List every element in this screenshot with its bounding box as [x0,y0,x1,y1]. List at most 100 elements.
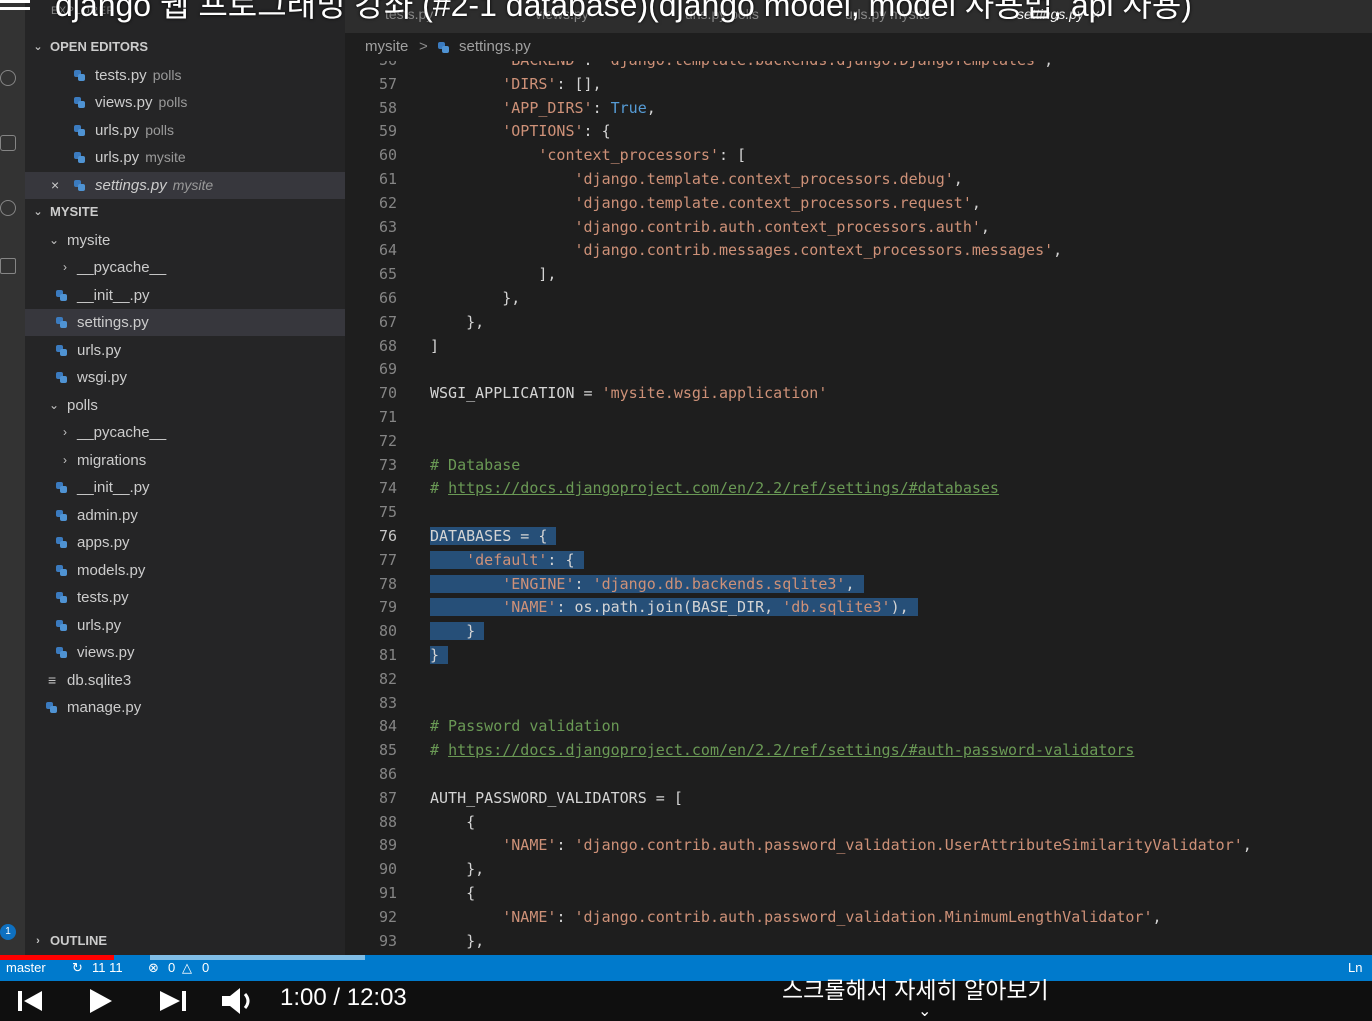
chevron-right-icon: › [63,260,67,274]
file-item[interactable]: tests.py [25,584,345,611]
close-icon[interactable]: × [51,172,59,199]
open-editor-item[interactable]: urls.py mysite [25,144,345,171]
folder-item[interactable]: › __pycache__ [25,254,345,281]
code-line[interactable]: } [430,622,485,641]
open-editor-item[interactable]: tests.py polls [25,62,345,89]
line-number: 66 [378,289,397,307]
folder-item[interactable]: › migrations [25,447,345,474]
file-item-selected[interactable]: settings.py [25,309,345,336]
code-line[interactable]: 'DIRS': [], [430,75,601,93]
code-line[interactable]: { [430,813,475,831]
file-item[interactable]: urls.py [25,337,345,364]
open-editor-item[interactable]: views.py polls [25,89,345,116]
line-number: 56 [345,61,397,69]
extensions-icon[interactable] [0,258,16,274]
code-line[interactable]: 'default': { [430,550,584,569]
folder-item[interactable]: › __pycache__ [25,419,345,446]
code-line[interactable]: }, [430,289,520,307]
file-item[interactable]: __init__.py [25,282,345,309]
code-line[interactable]: # https://docs.djangoproject.com/en/2.2/… [430,479,999,497]
open-editors-header[interactable]: ⌄ OPEN EDITORS [25,35,345,59]
folder-item[interactable]: ⌄ polls [25,392,345,419]
video-buffer-bar [150,955,365,960]
folder-item[interactable]: ⌄ mysite [25,227,345,254]
chevron-down-icon[interactable]: ⌄ [918,1001,931,1021]
code-line[interactable]: }, [430,932,484,950]
code-line[interactable]: 'django.contrib.auth.context_processors.… [430,218,990,236]
code-line[interactable]: # Password validation [430,717,620,735]
file-item[interactable]: urls.py [25,612,345,639]
code-line[interactable]: 'context_processors': [ [430,146,746,164]
python-file-icon [438,42,449,53]
chevron-down-icon: ⌄ [33,206,43,218]
video-progress-bar[interactable] [0,955,114,960]
file-item[interactable]: views.py [25,639,345,666]
menu-icon[interactable] [0,0,30,20]
code-line[interactable]: 'NAME': os.path.join(BASE_DIR, 'db.sqlit… [430,598,918,617]
outline-header[interactable]: › OUTLINE [25,929,345,953]
open-editor-item-active[interactable]: × settings.py mysite [25,172,345,199]
python-file-icon [74,180,85,191]
code-line[interactable]: } [430,646,449,664]
code-line[interactable]: 'django.template.context_processors.requ… [430,194,981,212]
breadcrumb-file[interactable]: settings.py [459,33,531,61]
file-item[interactable]: ≡ db.sqlite3 [25,667,345,694]
code-line[interactable]: 'BACKEND': 'django.template.backends.dja… [430,61,1053,69]
line-number: 67 [378,312,397,331]
line-number: 83 [378,693,397,712]
source-control-icon[interactable] [0,135,16,151]
line-number: 74 [378,479,397,498]
code-line[interactable]: 'OPTIONS': { [430,122,610,140]
python-file-icon [74,97,85,108]
python-file-icon [56,317,67,328]
code-line[interactable]: 'NAME': 'django.contrib.auth.password_va… [430,908,1161,926]
open-editor-item[interactable]: urls.py polls [25,117,345,144]
line-number: 71 [378,408,397,426]
code-line[interactable]: DATABASES = { [430,527,557,545]
code-line[interactable]: }, [430,313,484,331]
project-header[interactable]: ⌄ MYSITE [25,200,345,224]
file-item[interactable]: apps.py [25,529,345,556]
code-line[interactable]: # Database [430,456,520,474]
code-line[interactable]: { [430,884,475,902]
python-file-icon [56,510,67,521]
breadcrumb-folder[interactable]: mysite [365,33,408,61]
line-number: 86 [378,765,397,783]
previous-icon[interactable] [18,989,44,1013]
code-line[interactable]: ] [430,337,439,355]
code-line[interactable]: ], [430,265,556,283]
line-number: 89 [378,836,397,855]
line-number: 62 [378,193,397,212]
python-file-icon [56,345,67,356]
code-editor[interactable]: 56 'BACKEND': 'django.template.backends.… [345,61,1372,955]
code-line[interactable]: WSGI_APPLICATION = 'mysite.wsgi.applicat… [430,384,827,402]
code-line[interactable]: # https://docs.djangoproject.com/en/2.2/… [430,741,1134,759]
file-item[interactable]: manage.py [25,694,345,721]
play-icon[interactable] [88,987,114,1015]
line-number: 69 [378,360,397,379]
line-number: 70 [378,384,397,403]
next-icon[interactable] [160,989,188,1013]
chevron-down-icon: ⌄ [48,398,60,412]
python-file-icon [56,482,67,493]
python-file-icon [74,70,85,81]
file-item[interactable]: models.py [25,557,345,584]
code-line[interactable]: 'NAME': 'django.contrib.auth.password_va… [430,836,1252,854]
code-line[interactable]: AUTH_PASSWORD_VALIDATORS = [ [430,789,683,807]
code-line[interactable]: 'django.contrib.messages.context_process… [430,241,1063,259]
code-line[interactable]: }, [430,860,484,878]
chevron-right-icon: › [63,453,67,467]
code-line[interactable]: 'ENGINE': 'django.db.backends.sqlite3', [430,574,864,593]
code-line[interactable]: 'APP_DIRS': True, [430,99,656,117]
line-number: 78 [378,574,397,593]
file-item[interactable]: wsgi.py [25,364,345,391]
video-title: django 웹 프로그래밍 강좌 (#2-1 database)(django… [55,0,1192,23]
file-item[interactable]: __init__.py [25,474,345,501]
line-number: 63 [378,217,397,236]
line-number: 91 [378,884,397,902]
volume-icon[interactable] [220,986,256,1016]
file-item[interactable]: admin.py [25,502,345,529]
debug-icon[interactable] [0,200,16,216]
code-line[interactable]: 'django.template.context_processors.debu… [430,170,963,188]
search-icon[interactable] [0,70,16,86]
